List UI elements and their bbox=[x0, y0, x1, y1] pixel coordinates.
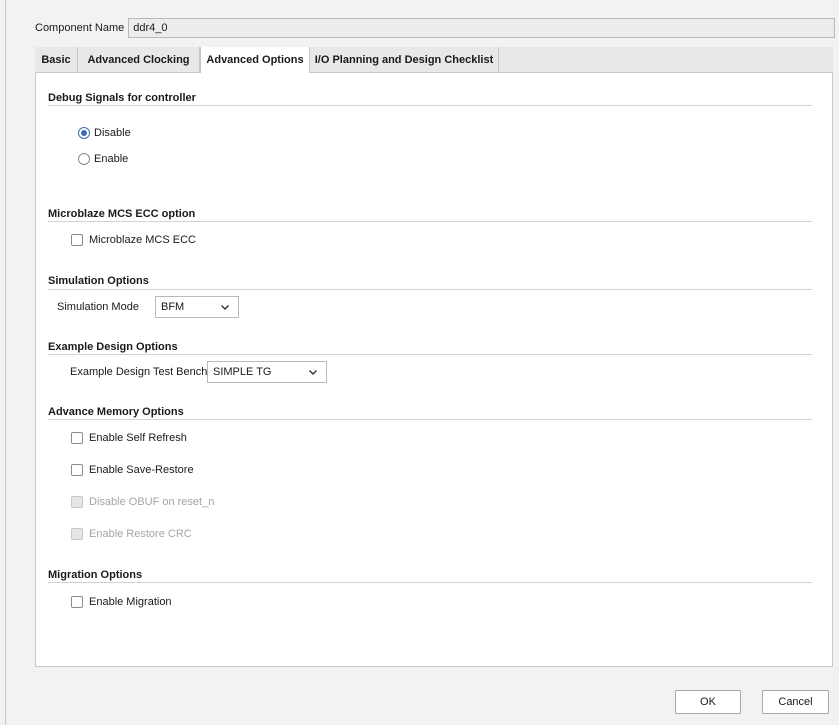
advanced-options-panel: Debug Signals for controller Disable Ena… bbox=[35, 73, 833, 667]
example-testbench-label: Example Design Test Bench bbox=[70, 366, 208, 378]
checkbox-disabled-icon bbox=[71, 496, 83, 508]
ok-button[interactable]: OK bbox=[675, 690, 741, 714]
restore-crc-checkbox: Enable Restore CRC bbox=[71, 528, 192, 540]
simulation-section-divider bbox=[48, 289, 812, 290]
example-testbench-select[interactable]: SIMPLE TG bbox=[207, 361, 327, 383]
cancel-button[interactable]: Cancel bbox=[762, 690, 829, 714]
self-refresh-label: Enable Self Refresh bbox=[89, 432, 187, 444]
debug-enable-label: Enable bbox=[94, 153, 129, 165]
simulation-mode-label: Simulation Mode bbox=[57, 301, 139, 313]
simulation-section-title: Simulation Options bbox=[48, 275, 149, 287]
checkbox-icon bbox=[71, 432, 83, 444]
advmem-section-divider bbox=[48, 419, 812, 420]
enable-migration-label: Enable Migration bbox=[89, 596, 172, 608]
radio-unselected-icon bbox=[78, 153, 90, 165]
debug-section-divider bbox=[48, 105, 812, 106]
example-section-divider bbox=[48, 354, 812, 355]
advmem-section-title: Advance Memory Options bbox=[48, 406, 184, 418]
save-restore-checkbox[interactable]: Enable Save-Restore bbox=[71, 464, 194, 476]
disable-obuf-checkbox: Disable OBUF on reset_n bbox=[71, 496, 214, 508]
restore-crc-label: Enable Restore CRC bbox=[89, 528, 192, 540]
debug-disable-radio[interactable]: Disable bbox=[78, 127, 131, 139]
mcs-section-title: Microblaze MCS ECC option bbox=[48, 208, 196, 220]
migration-section-divider bbox=[48, 582, 812, 583]
tab-bar: Basic Advanced Clocking Advanced Options… bbox=[35, 47, 833, 73]
tab-advanced-options[interactable]: Advanced Options bbox=[200, 47, 310, 73]
tab-advanced-clocking[interactable]: Advanced Clocking bbox=[78, 47, 200, 72]
simulation-mode-value: BFM bbox=[161, 301, 185, 313]
checkbox-icon bbox=[71, 234, 83, 246]
window-left-border bbox=[5, 0, 6, 725]
tab-basic[interactable]: Basic bbox=[35, 47, 78, 72]
mcs-ecc-label: Microblaze MCS ECC bbox=[89, 234, 196, 246]
chevron-down-icon bbox=[309, 370, 317, 375]
enable-migration-checkbox[interactable]: Enable Migration bbox=[71, 596, 172, 608]
debug-disable-label: Disable bbox=[94, 127, 131, 139]
checkbox-icon bbox=[71, 464, 83, 476]
component-name-label: Component Name bbox=[35, 22, 125, 34]
disable-obuf-label: Disable OBUF on reset_n bbox=[89, 496, 215, 508]
migration-section-title: Migration Options bbox=[48, 569, 143, 581]
mcs-section-divider bbox=[48, 221, 812, 222]
example-section-title: Example Design Options bbox=[48, 341, 178, 353]
radio-selected-icon bbox=[78, 127, 90, 139]
self-refresh-checkbox[interactable]: Enable Self Refresh bbox=[71, 432, 187, 444]
mcs-ecc-checkbox[interactable]: Microblaze MCS ECC bbox=[71, 234, 196, 246]
chevron-down-icon bbox=[221, 305, 229, 310]
component-name-input[interactable] bbox=[128, 18, 836, 38]
tab-io-planning[interactable]: I/O Planning and Design Checklist bbox=[310, 47, 499, 72]
save-restore-label: Enable Save-Restore bbox=[89, 464, 194, 476]
simulation-mode-select[interactable]: BFM bbox=[155, 296, 239, 318]
component-name-row: Component Name bbox=[35, 17, 836, 39]
debug-enable-radio[interactable]: Enable bbox=[78, 153, 128, 165]
checkbox-disabled-icon bbox=[71, 528, 83, 540]
debug-section-title: Debug Signals for controller bbox=[48, 92, 196, 104]
checkbox-icon bbox=[71, 596, 83, 608]
example-testbench-value: SIMPLE TG bbox=[213, 366, 272, 378]
